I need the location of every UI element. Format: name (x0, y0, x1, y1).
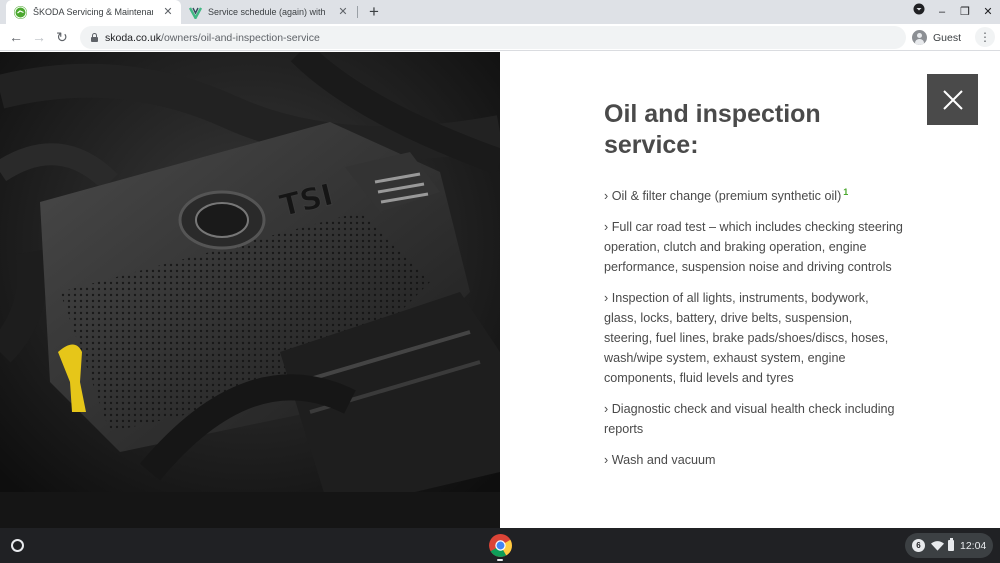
engine-bay-image: TSI (0, 52, 500, 528)
tab-close-icon[interactable]: ✕ (336, 5, 350, 19)
restore-icon[interactable]: ❐ (956, 3, 974, 21)
list-item: › Inspection of all lights, instruments,… (604, 291, 889, 386)
list-item: › Wash and vacuum (604, 453, 716, 468)
profile-button[interactable]: Guest (912, 27, 961, 48)
tab-search-dropdown-icon[interactable] (910, 3, 928, 21)
profile-label: Guest (933, 31, 962, 44)
service-items-list: › Oil & filter change (premium synthetic… (604, 182, 904, 481)
service-info-panel: Oil and inspection service: › Oil & filt… (500, 52, 1000, 528)
clock: 12:04 (960, 539, 987, 552)
tab-separator (357, 6, 358, 18)
lock-icon (90, 33, 99, 42)
minimize-icon[interactable]: – (933, 3, 951, 21)
url-path: /owners/oil-and-inspection-service (161, 31, 320, 44)
close-panel-button[interactable] (927, 74, 978, 125)
list-item: › Full car road test – which includes ch… (604, 220, 903, 275)
browser-menu-icon[interactable]: ⋮ (975, 27, 995, 47)
forward-button[interactable]: → (29, 27, 49, 47)
vivaldi-v-icon (189, 6, 202, 19)
back-button[interactable]: ← (6, 27, 26, 47)
close-icon (942, 89, 963, 110)
status-tray[interactable]: 6 12:04 (905, 533, 993, 558)
reload-button[interactable]: ↻ (52, 27, 72, 47)
tab-title: ŠKODA Servicing & Maintenance (33, 7, 153, 17)
guest-avatar-icon (912, 30, 927, 45)
url-host: skoda.co.uk (105, 31, 162, 44)
new-tab-button[interactable]: + (364, 2, 384, 22)
launcher-button[interactable] (8, 536, 27, 555)
tab-title: Service schedule (again) with Sk (208, 7, 328, 17)
window-close-icon[interactable]: ✕ (979, 3, 997, 21)
tab-close-icon[interactable]: ✕ (161, 5, 175, 19)
list-item-text: › Oil & filter change (premium synthetic… (604, 189, 842, 204)
wifi-icon (931, 541, 944, 551)
browser-toolbar: ← → ↻ skoda.co.uk/owners/oil-and-inspect… (0, 24, 1000, 51)
footnote-link[interactable]: 1 (843, 187, 848, 197)
os-shelf: 6 12:04 (0, 528, 1000, 563)
tab-strip: ŠKODA Servicing & Maintenance ✕ Service … (0, 0, 1000, 24)
page-title: Oil and inspection service: (604, 100, 821, 159)
running-indicator (497, 559, 503, 561)
battery-icon (948, 538, 954, 551)
tab-service-schedule[interactable]: Service schedule (again) with Sk ✕ (181, 0, 356, 24)
list-item: › Oil & filter change (premium synthetic… (604, 182, 904, 206)
address-bar[interactable]: skoda.co.uk/owners/oil-and-inspection-se… (80, 26, 906, 49)
chrome-icon[interactable] (488, 533, 513, 558)
list-item: › Diagnostic check and visual health che… (604, 402, 895, 437)
page-content: TSI Oil and inspection service: › Oil & … (0, 52, 1000, 528)
skoda-logo-icon (14, 5, 27, 19)
tab-skoda-servicing[interactable]: ŠKODA Servicing & Maintenance ✕ (6, 0, 181, 24)
notification-badge[interactable]: 6 (912, 539, 925, 552)
